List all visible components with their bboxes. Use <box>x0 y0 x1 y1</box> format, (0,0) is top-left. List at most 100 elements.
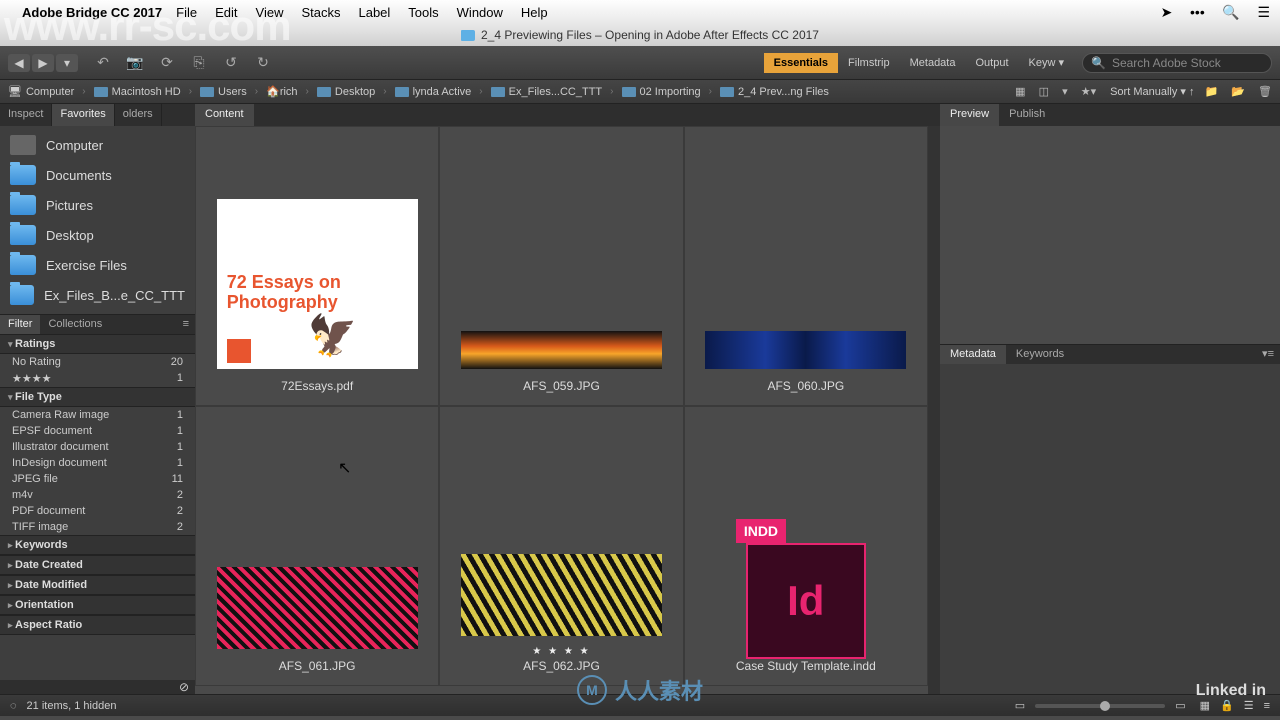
dropdown-icon[interactable]: ▾ <box>1062 86 1068 98</box>
cancel-icon[interactable]: ⊘ <box>179 680 189 694</box>
crumb-desktop[interactable]: Desktop <box>317 86 375 98</box>
filter-no-rating[interactable]: No Rating20 <box>0 354 195 370</box>
file-item[interactable]: ★ ★ ★ ★ AFS_062.JPG <box>439 406 683 686</box>
file-name: AFS_061.JPG <box>279 659 356 673</box>
file-name: AFS_060.JPG <box>767 379 844 393</box>
open-icon[interactable]: ⎘ <box>186 52 212 74</box>
filter-filetype-header[interactable]: File Type <box>0 387 195 407</box>
content-grid[interactable]: 72 Essays on Photography 🦅 72Essays.pdf … <box>195 126 928 694</box>
recent-dropdown[interactable]: ▾ <box>56 54 78 72</box>
tab-publish[interactable]: Publish <box>999 104 1055 126</box>
workspace-filmstrip[interactable]: Filmstrip <box>838 53 900 73</box>
fav-computer[interactable]: Computer <box>0 130 195 160</box>
window-titlebar: 2_4 Previewing Files – Opening in Adobe … <box>0 24 1280 46</box>
filter-indd[interactable]: InDesign document1 <box>0 455 195 471</box>
refine-icon[interactable]: ⟳ <box>154 52 180 74</box>
filter-datecreated[interactable]: Date Created <box>0 555 195 575</box>
crumb-importing[interactable]: 02 Importing <box>622 86 701 98</box>
crumb-users[interactable]: Users <box>200 86 247 98</box>
menu-tools[interactable]: Tools <box>408 5 438 20</box>
view-details-icon[interactable]: ≡ <box>1264 700 1270 712</box>
view-lock-icon[interactable]: 🔒 <box>1220 699 1234 712</box>
workspace-essentials[interactable]: Essentials <box>764 53 838 73</box>
menu-help[interactable]: Help <box>521 5 548 20</box>
fav-pictures[interactable]: Pictures <box>0 190 195 220</box>
location-icon[interactable]: ➤ <box>1161 4 1173 20</box>
crumb-previewing[interactable]: 2_4 Prev...ng Files <box>720 86 829 98</box>
camera-icon[interactable]: 📷 <box>122 52 148 74</box>
filter-orientation[interactable]: Orientation <box>0 595 195 615</box>
menu-window[interactable]: Window <box>457 5 503 20</box>
grid-icon[interactable]: ▦ <box>1015 86 1025 98</box>
filter-ai[interactable]: Illustrator document1 <box>0 439 195 455</box>
file-item[interactable]: INDD Id Case Study Template.indd <box>684 406 928 686</box>
star-filter-icon[interactable]: ★▾ <box>1081 86 1096 98</box>
trash-icon[interactable]: 🗑 <box>1258 86 1272 98</box>
tab-favorites[interactable]: Favorites <box>52 104 114 126</box>
more-icon[interactable]: ••• <box>1190 4 1205 20</box>
filter-4star[interactable]: ★★★★1 <box>0 370 195 387</box>
sort-dropdown[interactable]: Sort Manually ▾ ↑ <box>1110 85 1194 98</box>
view-grid-icon[interactable]: ▦ <box>1200 699 1210 712</box>
spotlight-icon[interactable]: 🔍 <box>1222 4 1239 20</box>
zoom-in-icon[interactable]: ▭ <box>1175 699 1185 712</box>
filter-tiff[interactable]: TIFF image2 <box>0 519 195 535</box>
menu-stacks[interactable]: Stacks <box>301 5 340 20</box>
filter-jpeg[interactable]: JPEG file11 <box>0 471 195 487</box>
tab-collections[interactable]: Collections <box>40 315 110 334</box>
tab-metadata[interactable]: Metadata <box>940 345 1006 364</box>
boomerang-icon[interactable]: ↶ <box>90 52 116 74</box>
workspace-metadata[interactable]: Metadata <box>900 53 966 73</box>
filter-ratings-header[interactable]: Ratings <box>0 334 195 354</box>
thumbnail-slider[interactable] <box>1035 704 1165 708</box>
tab-folders[interactable]: olders <box>115 104 162 126</box>
tab-keywords[interactable]: Keywords <box>1006 345 1074 364</box>
search-input[interactable]: 🔍 Search Adobe Stock <box>1082 53 1272 73</box>
tab-filter[interactable]: Filter <box>0 315 40 334</box>
rotate-ccw-icon[interactable]: ↺ <box>218 52 244 74</box>
tab-inspect[interactable]: Inspect <box>0 104 52 126</box>
filter-raw[interactable]: Camera Raw image1 <box>0 407 195 423</box>
view-list-icon[interactable]: ☰ <box>1244 699 1254 712</box>
fav-documents[interactable]: Documents <box>0 160 195 190</box>
crumb-exfiles[interactable]: Ex_Files...CC_TTT <box>491 86 603 98</box>
filter-body: Ratings No Rating20 ★★★★1 File Type Came… <box>0 334 195 680</box>
tab-preview[interactable]: Preview <box>940 104 999 126</box>
file-item[interactable]: AFS_060.JPG <box>684 126 928 406</box>
filter-keywords[interactable]: Keywords <box>0 535 195 555</box>
fav-desktop[interactable]: Desktop <box>0 220 195 250</box>
menu-edit[interactable]: Edit <box>215 5 237 20</box>
fav-exercise[interactable]: Exercise Files <box>0 250 195 280</box>
crumb-hd[interactable]: Macintosh HD <box>94 86 181 98</box>
crumb-computer[interactable]: 🖥 Computer <box>8 85 74 98</box>
menu-view[interactable]: View <box>256 5 284 20</box>
thumb-icon[interactable]: ◫ <box>1039 86 1049 98</box>
filter-pdf[interactable]: PDF document2 <box>0 503 195 519</box>
rotate-cw-icon[interactable]: ↻ <box>250 52 276 74</box>
workspace-output[interactable]: Output <box>965 53 1018 73</box>
filter-datemodified[interactable]: Date Modified <box>0 575 195 595</box>
crumb-lynda[interactable]: lynda Active <box>395 86 472 98</box>
menu-file[interactable]: File <box>176 5 197 20</box>
content-scrollbar[interactable] <box>928 126 940 694</box>
crumb-rich[interactable]: 🏠 rich <box>266 85 297 98</box>
filter-m4v[interactable]: m4v2 <box>0 487 195 503</box>
new-folder-icon[interactable]: 📁 <box>1205 86 1219 98</box>
file-item[interactable]: AFS_059.JPG <box>439 126 683 406</box>
file-item[interactable]: AFS_061.JPG <box>195 406 439 686</box>
image-thumbnail <box>461 554 662 636</box>
workspace-keywords[interactable]: Keyw ▾ <box>1019 52 1074 73</box>
file-item[interactable]: 72 Essays on Photography 🦅 72Essays.pdf <box>195 126 439 406</box>
filter-epsf[interactable]: EPSF document1 <box>0 423 195 439</box>
back-button[interactable]: ◀ <box>8 54 30 72</box>
zoom-out-icon[interactable]: ▭ <box>1015 699 1025 712</box>
filter-aspect[interactable]: Aspect Ratio <box>0 615 195 635</box>
tab-content[interactable]: Content <box>195 104 254 126</box>
right-panel: Preview Publish Metadata Keywords ▾≡ <box>940 104 1280 694</box>
filter-tabs: Filter Collections ≡ <box>0 314 195 334</box>
fav-exfiles[interactable]: Ex_Files_B...e_CC_TTT <box>0 280 195 310</box>
menu-label[interactable]: Label <box>358 5 390 20</box>
forward-button[interactable]: ▶ <box>32 54 54 72</box>
open-recent-icon[interactable]: 📂 <box>1231 86 1245 98</box>
list-icon[interactable]: ☰ <box>1257 4 1270 20</box>
